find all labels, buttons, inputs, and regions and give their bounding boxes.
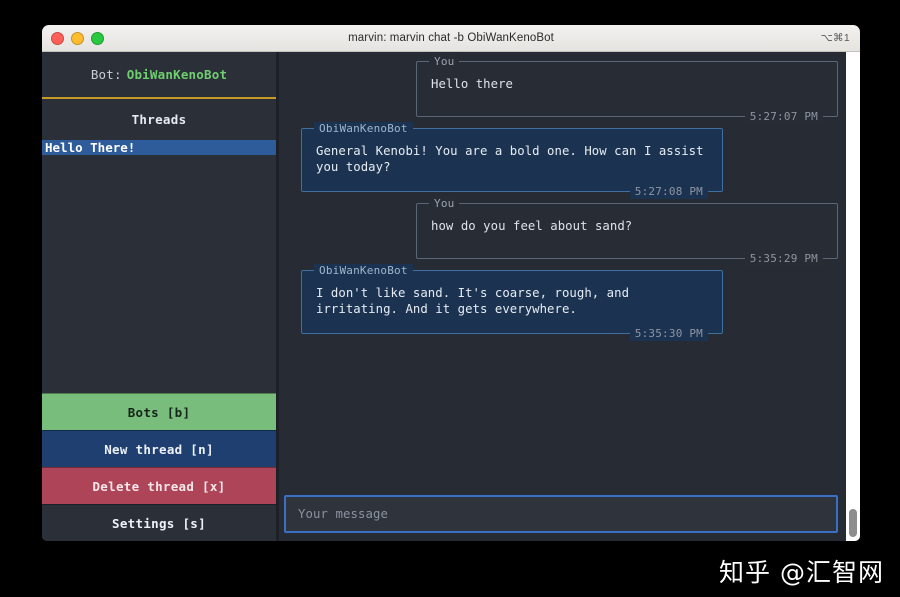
scrollbar-thumb[interactable] (849, 509, 857, 537)
new-thread-button[interactable]: New thread [n] (42, 430, 276, 467)
close-button-icon[interactable] (51, 31, 64, 45)
message-text: how do you feel about sand? (431, 219, 633, 233)
watermark: 知乎 @汇智网 (719, 558, 884, 587)
thread-item-label: Hello There! (45, 140, 136, 155)
delete-thread-button-label: Delete thread [x] (92, 478, 226, 494)
message-input[interactable]: Your message (284, 495, 838, 533)
sidebar-action-buttons: Bots [b] New thread [n] Delete thread [x… (42, 393, 276, 541)
bots-button-label: Bots [b] (127, 404, 191, 420)
delete-thread-button[interactable]: Delete thread [x] (42, 467, 276, 504)
app-window: marvin: marvin chat -b ObiWanKenoBot ⌥⌘1… (42, 25, 860, 541)
bots-button[interactable]: Bots [b] (42, 393, 276, 430)
message-input-row: Your message (279, 491, 860, 541)
message-author: You (429, 197, 460, 210)
window-shortcut-hint: ⌥⌘1 (820, 32, 850, 44)
message-input-placeholder: Your message (298, 507, 389, 521)
sidebar: Bot: ObiWanKenoBot Threads Hello There! … (42, 52, 279, 541)
message-bubble: ObiWanKenoBot I don't like sand. It's co… (301, 264, 723, 341)
thread-list[interactable]: Hello There! (42, 140, 276, 393)
message-row: You how do you feel about sand? 5:35:29 … (301, 197, 838, 266)
message-author: You (429, 55, 460, 68)
thread-list-item[interactable]: Hello There! (42, 140, 276, 155)
message-list: You Hello there 5:27:07 PM ObiWanKenoBot… (279, 52, 860, 491)
message-text: I don't like sand. It's coarse, rough, a… (316, 286, 637, 316)
message-author: ObiWanKenoBot (314, 122, 413, 135)
message-bubble: You how do you feel about sand? 5:35:29 … (416, 197, 838, 266)
message-timestamp: 5:27:08 PM (629, 185, 708, 199)
message-text: General Kenobi! You are a bold one. How … (316, 144, 712, 174)
new-thread-button-label: New thread [n] (104, 441, 214, 457)
bot-header: Bot: ObiWanKenoBot (42, 52, 276, 99)
vertical-scrollbar[interactable] (846, 52, 860, 541)
message-timestamp: 5:27:07 PM (744, 110, 823, 124)
message-timestamp: 5:35:29 PM (744, 252, 823, 266)
settings-button-label: Settings [s] (112, 515, 206, 531)
threads-heading: Threads (131, 112, 187, 127)
chat-pane: You Hello there 5:27:07 PM ObiWanKenoBot… (279, 52, 860, 541)
bot-label: Bot: (90, 67, 122, 82)
message-author: ObiWanKenoBot (314, 264, 413, 277)
bot-name: ObiWanKenoBot (126, 67, 228, 82)
message-row: ObiWanKenoBot I don't like sand. It's co… (301, 264, 838, 341)
message-bubble: You Hello there 5:27:07 PM (416, 55, 838, 124)
message-timestamp: 5:35:30 PM (629, 327, 708, 341)
settings-button[interactable]: Settings [s] (42, 504, 276, 541)
title-bar: marvin: marvin chat -b ObiWanKenoBot ⌥⌘1 (42, 25, 860, 52)
traffic-lights (51, 31, 104, 45)
app-body: Bot: ObiWanKenoBot Threads Hello There! … (42, 52, 860, 541)
message-row: ObiWanKenoBot General Kenobi! You are a … (301, 122, 838, 199)
zoom-button-icon[interactable] (91, 31, 104, 45)
window-title: marvin: marvin chat -b ObiWanKenoBot (348, 32, 554, 44)
message-row: You Hello there 5:27:07 PM (301, 55, 838, 124)
message-bubble: ObiWanKenoBot General Kenobi! You are a … (301, 122, 723, 199)
minimize-button-icon[interactable] (71, 31, 84, 45)
message-text: Hello there (431, 77, 513, 91)
